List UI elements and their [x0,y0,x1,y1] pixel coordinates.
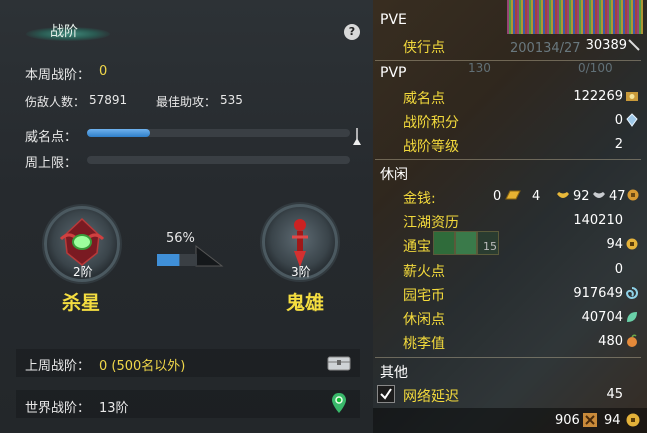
last-week-value: 0 (500名以外) [99,359,186,374]
location-pin-icon[interactable] [331,392,347,414]
bg-number-1: 200134/27 [510,41,581,56]
chivalry-points-value: 30389 [585,38,627,53]
help-icon[interactable]: ? [344,24,360,40]
money-silver-value: 92 [573,189,590,204]
xinhuo-label: 薪火点 [403,264,445,280]
money-label: 金钱: [403,191,436,207]
footer-coin-icon[interactable] [625,412,641,428]
yuanzhai-value: 917649 [573,286,623,301]
jianghu-label: 江湖资历 [403,215,459,231]
footer-item-icon[interactable] [582,412,598,428]
jianghu-value: 140210 [573,213,623,228]
money-gold-bar-value: 0 [493,189,502,204]
currency-panel: 200134/27 130 0/100 PVE 侠行点 30389 PVP 威名… [373,0,647,433]
assist-value: 535 [220,93,243,107]
last-week-label: 上周战阶： [25,359,91,374]
latency-label: 网络延迟 [403,389,459,405]
next-rank-level: 3阶 [291,265,311,279]
xiuxian-label: 休闲点 [403,312,445,328]
latency-value: 45 [606,387,623,402]
footer-left-value: 906 [555,413,580,428]
pvp-header: PVP [380,65,407,81]
panel-title-bar: 战阶 ? [0,0,373,56]
other-header: 其他 [380,365,408,381]
rank-score-label: 战阶积分 [403,115,459,131]
weekly-rank-label: 本周战阶： [25,68,91,83]
chivalry-points-label: 侠行点 [403,40,445,56]
kills-value: 57891 [89,93,128,107]
bg-number-2: 130 [468,61,491,75]
current-rank-level: 2阶 [73,265,93,279]
fame-token-icon [626,92,638,101]
fame-progress-bar [87,129,350,137]
xinhuo-value: 0 [614,262,623,277]
weekly-rank-value: 0 [99,64,108,79]
copper-coin-icon [627,189,639,201]
world-rank-label: 世界战阶： [25,401,91,416]
tongbao-item-slot-2[interactable] [455,231,477,255]
gold-ingot-icon [557,192,569,198]
fame-points-label: 威名点 [403,91,445,107]
tongbao-coin-icon [626,238,638,250]
leaf-icon [627,312,637,322]
checkmark-icon [380,388,392,400]
tongbao-slot-count: 15 [483,240,497,253]
latency-checkbox[interactable] [377,385,395,403]
tongbao-label: 通宝 [403,239,431,255]
leisure-header: 休闲 [380,167,408,183]
gold-bar-icon [505,190,521,200]
rank-progress-fill [157,254,180,266]
assist-label: 最佳助攻： [156,95,217,109]
weekly-cap-bar [87,156,350,164]
weekly-cap-label: 周上限： [25,156,78,171]
peach-icon [627,334,637,347]
next-rank-name: 鬼雄 [286,292,325,314]
taoli-value: 480 [598,334,623,349]
rank-score-value: 0 [614,113,623,128]
rank-level-label: 战阶等级 [403,139,459,155]
money-gold-value: 4 [532,189,541,204]
rank-panel: 战阶 ? 本周战阶： 0 伤敌人数： 57891 最佳助攻： 535 威名点： … [0,0,373,433]
kills-label: 伤敌人数： [25,95,86,109]
rank-progress-indicator [157,244,224,267]
crystal-icon [626,113,638,127]
tongbao-value: 94 [606,237,623,252]
current-rank-name: 杀星 [62,292,101,314]
pve-header: PVE [380,12,407,28]
tongbao-item-slot-3[interactable]: 15 [477,231,499,255]
xiuxian-value: 40704 [581,310,623,325]
silver-ingot-icon [593,192,605,198]
panel-title: 战阶 [50,24,78,40]
fame-label: 威名点： [25,130,78,145]
yuanzhai-label: 园宅币 [403,288,445,304]
swirl-coin-icon [625,287,638,299]
cap-marker-icon [353,128,361,145]
sword-icon [628,39,640,51]
bg-number-3: 0/100 [578,61,613,75]
fame-points-value: 122269 [573,89,623,104]
background-color-strip [507,0,643,34]
footer-right-value: 94 [604,413,621,428]
treasure-chest-icon[interactable] [327,354,351,372]
world-rank-value: 13阶 [99,401,129,416]
rank-level-value: 2 [614,137,623,152]
taoli-label: 桃李值 [403,336,445,352]
fame-progress-fill [87,129,151,137]
money-copper-value: 47 [609,189,626,204]
tongbao-item-slot-1[interactable] [433,231,455,255]
